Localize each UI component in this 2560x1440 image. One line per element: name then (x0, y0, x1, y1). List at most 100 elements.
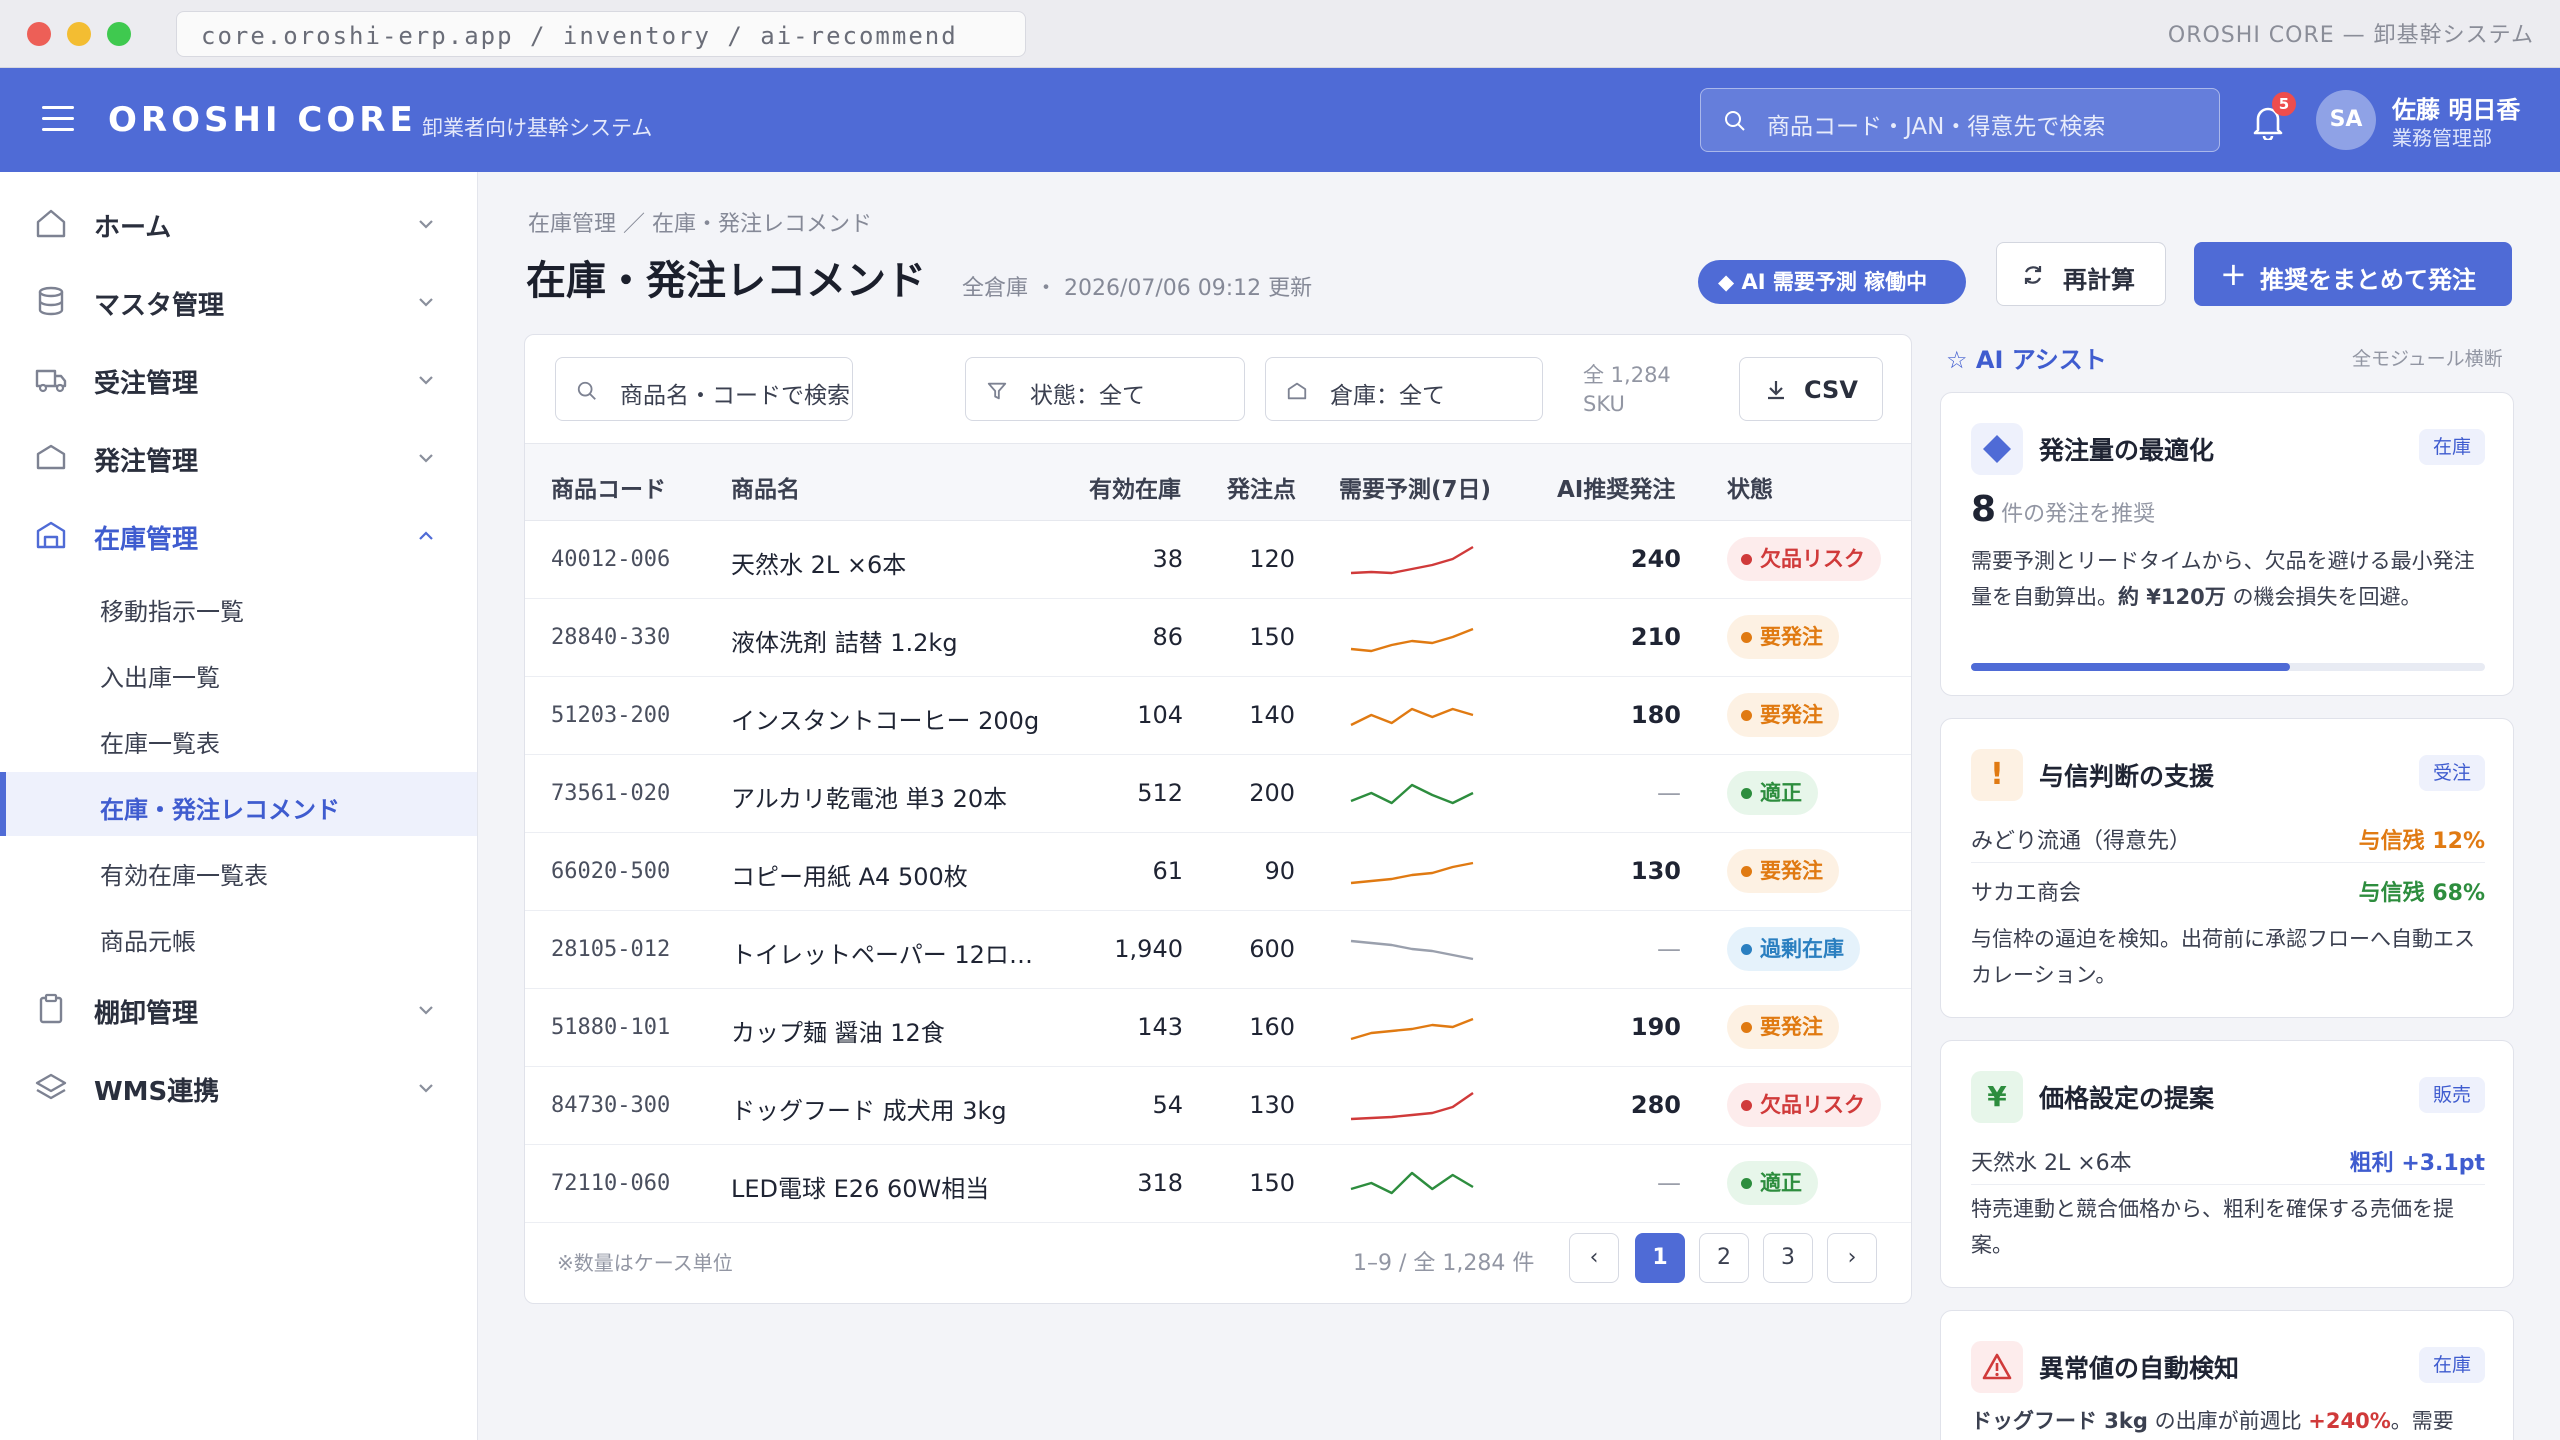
sidebar-subitem-available-stock[interactable]: 有効在庫一覧表 (0, 838, 477, 902)
sidebar-item-label: 発注管理 (94, 447, 199, 477)
clipboard-icon (39, 993, 63, 1024)
window-chrome: core.oroshi-erp.app / inventory / ai-rec… (0, 0, 2560, 68)
page-button[interactable]: 2 (1699, 1233, 1749, 1283)
csv-label: CSV (1804, 376, 1858, 404)
app-header: OROSHI CORE 卸業者向け基幹システム 商品コード・JAN・得意先で検索… (0, 68, 2560, 172)
address-bar[interactable]: core.oroshi-erp.app / inventory / ai-rec… (176, 11, 1026, 57)
user-name[interactable]: 佐藤 明日香 (2392, 90, 2520, 125)
available-stock: 104 (1137, 701, 1183, 729)
sidebar-item-inventory[interactable]: 在庫管理 (0, 496, 477, 574)
table-row[interactable]: 28840-330 液体洗剤 詰替 1.2kg 86 150 210 要発注 (525, 599, 1911, 677)
home-icon (36, 209, 66, 238)
page-button[interactable]: 3 (1763, 1233, 1813, 1283)
close-window-button[interactable] (27, 22, 51, 46)
sidebar-subitem-inout[interactable]: 入出庫一覧 (0, 640, 477, 704)
col-header-code[interactable]: 商品コード (551, 470, 666, 504)
ai-card-title: 発注量の最適化 (2039, 436, 2215, 465)
table-row[interactable]: 51203-200 インスタントコーヒー 200g 104 140 180 要発注 (525, 677, 1911, 755)
product-search-input[interactable]: 商品名・コードで検索 (555, 357, 853, 421)
avatar[interactable]: SA (2316, 90, 2376, 150)
sidebar-item-stocktake[interactable]: 棚卸管理 (0, 970, 477, 1048)
chevron-down-icon (419, 1084, 433, 1093)
progress-fill (1971, 663, 2290, 671)
table-row[interactable]: 72110-060 LED電球 E26 60W相当 318 150 — 適正 (525, 1145, 1911, 1223)
brand-logo[interactable]: OROSHI CORE (108, 100, 417, 140)
sidebar-item-purchase[interactable]: 発注管理 (0, 418, 477, 496)
table-row[interactable]: 40012-006 天然水 2L ×6本 38 120 240 欠品リスク (525, 521, 1911, 599)
csv-export-button[interactable]: CSV (1739, 357, 1883, 421)
col-header-forecast[interactable]: 需要予測(7日) (1339, 470, 1491, 504)
table-row[interactable]: 73561-020 アルカリ乾電池 単3 20本 512 200 — 適正 (525, 755, 1911, 833)
available-stock: 512 (1137, 779, 1183, 807)
status-badge: 欠品リスク (1727, 1083, 1881, 1127)
brand-subtitle: 卸業者向け基幹システム (422, 116, 653, 140)
yen-icon: ¥ (1971, 1071, 2023, 1123)
table-row[interactable]: 66020-500 コピー用紙 A4 500枚 61 90 130 要発注 (525, 833, 1911, 911)
ai-card-credit-support[interactable]: ! 与信判断の支援 受注 みどり流通（得意先） 与信残 12% サカエ商会 与信… (1940, 718, 2514, 1018)
credit-row: みどり流通（得意先） 与信残 12% (1971, 811, 2485, 863)
chevron-up-icon (419, 531, 433, 540)
available-stock: 54 (1152, 1091, 1183, 1119)
page-button[interactable]: 1 (1635, 1233, 1685, 1283)
table-row[interactable]: 84730-300 ドッグフード 成犬用 3kg 54 130 280 欠品リスク (525, 1067, 1911, 1145)
bulk-order-button[interactable]: + 推奨をまとめて発注 (2194, 242, 2512, 306)
status-label: 要発注 (1760, 703, 1823, 727)
status-label: 要発注 (1760, 859, 1823, 883)
status-filter-select[interactable]: 状態：全て (965, 357, 1245, 421)
minimize-window-button[interactable] (67, 22, 91, 46)
table-header: 商品コード 商品名 有効在庫 発注点 需要予測(7日) AI推奨発注 状態 (525, 443, 1911, 521)
ai-card-count-suffix: 件の発注を推奨 (2001, 502, 2156, 527)
sparkline-path (1350, 1092, 1474, 1121)
ai-card-order-optimization[interactable]: 発注量の最適化 在庫 8 件の発注を推奨 需要予測とリードタイムから、欠品を避け… (1940, 392, 2514, 696)
reorder-point: 120 (1249, 545, 1295, 573)
sidebar-item-wms[interactable]: WMS連携 (0, 1048, 477, 1126)
forecast-sparkline (1350, 1171, 1474, 1195)
product-name: ドッグフード 成犬用 3kg (731, 1097, 1007, 1125)
sku-total: 全 1,284 (1583, 363, 1671, 387)
download-icon (1768, 381, 1784, 400)
reorder-point: 90 (1264, 857, 1295, 885)
global-search-input[interactable]: 商品コード・JAN・得意先で検索 (1700, 88, 2220, 152)
sidebar-subitem-stock-list[interactable]: 在庫一覧表 (0, 706, 477, 770)
col-header-name[interactable]: 商品名 (731, 470, 800, 504)
ai-card-anomaly-detection[interactable]: 異常値の自動検知 在庫 ドッグフード 3kg の出庫が前週比 +240%。需要 (1940, 1310, 2514, 1440)
ai-card-tag: 在庫 (2418, 429, 2485, 465)
ai-card-title: 異常値の自動検知 (2039, 1354, 2240, 1383)
col-header-stock[interactable]: 有効在庫 (1089, 470, 1181, 504)
search-icon (577, 381, 596, 400)
status-badge: 要発注 (1727, 1005, 1839, 1049)
sidebar-subitem-transfer[interactable]: 移動指示一覧 (0, 574, 477, 638)
recalculate-label: 再計算 (2063, 266, 2135, 294)
sparkline-path (1350, 545, 1474, 575)
prev-page-button[interactable]: ‹ (1569, 1233, 1619, 1283)
forecast-sparkline (1350, 783, 1474, 805)
pagination-count: 1–9 / 全 1,284 件 (1353, 1251, 1535, 1276)
col-header-status[interactable]: 状態 (1727, 470, 1773, 504)
credit-value: 与信残 68% (2358, 881, 2485, 906)
recalculate-button[interactable]: 再計算 (1996, 242, 2166, 306)
menu-icon[interactable] (42, 106, 74, 132)
table-row[interactable]: 28105-012 トイレットペーパー 12ロール 1,940 600 — 過剰在庫 (525, 911, 1911, 989)
sidebar-item-home[interactable]: ホーム (0, 184, 477, 262)
sidebar-item-master[interactable]: マスタ管理 (0, 262, 477, 340)
product-code: 51880-101 (551, 1015, 671, 1040)
sidebar-item-orders[interactable]: 受注管理 (0, 340, 477, 418)
credit-customer: みどり流通（得意先） (1971, 829, 2192, 854)
ai-card-pricing[interactable]: ¥ 価格設定の提案 販売 天然水 2L ×6本 粗利 +3.1pt 特売連動と競… (1940, 1040, 2514, 1288)
col-header-ai-recommend[interactable]: AI推奨発注 (1557, 470, 1675, 504)
forecast-sparkline (1350, 1092, 1474, 1121)
maximize-window-button[interactable] (107, 22, 131, 46)
warehouse-filter-select[interactable]: 倉庫：全て (1265, 357, 1543, 421)
status-label: 欠品リスク (1760, 1093, 1865, 1117)
sidebar-subitem-ledger[interactable]: 商品元帳 (0, 904, 477, 968)
table-row[interactable]: 51880-101 カップ麺 醤油 12食 143 160 190 要発注 (525, 989, 1911, 1067)
next-page-button[interactable]: › (1827, 1233, 1877, 1283)
col-header-reorder-point[interactable]: 発注点 (1227, 470, 1296, 504)
breadcrumb[interactable]: 在庫管理 ／ 在庫・発注レコメンド (528, 206, 872, 238)
product-code: 73561-020 (551, 781, 671, 806)
window-title: OROSHI CORE — 卸基幹システム (2167, 23, 2534, 48)
sidebar-subitem-recommend[interactable]: 在庫・発注レコメンド (0, 772, 477, 836)
ai-card-highlight: 約 ¥120万 (2118, 585, 2226, 609)
chevron-down-icon (419, 298, 433, 307)
credit-customer: サカエ商会 (1971, 881, 2082, 906)
